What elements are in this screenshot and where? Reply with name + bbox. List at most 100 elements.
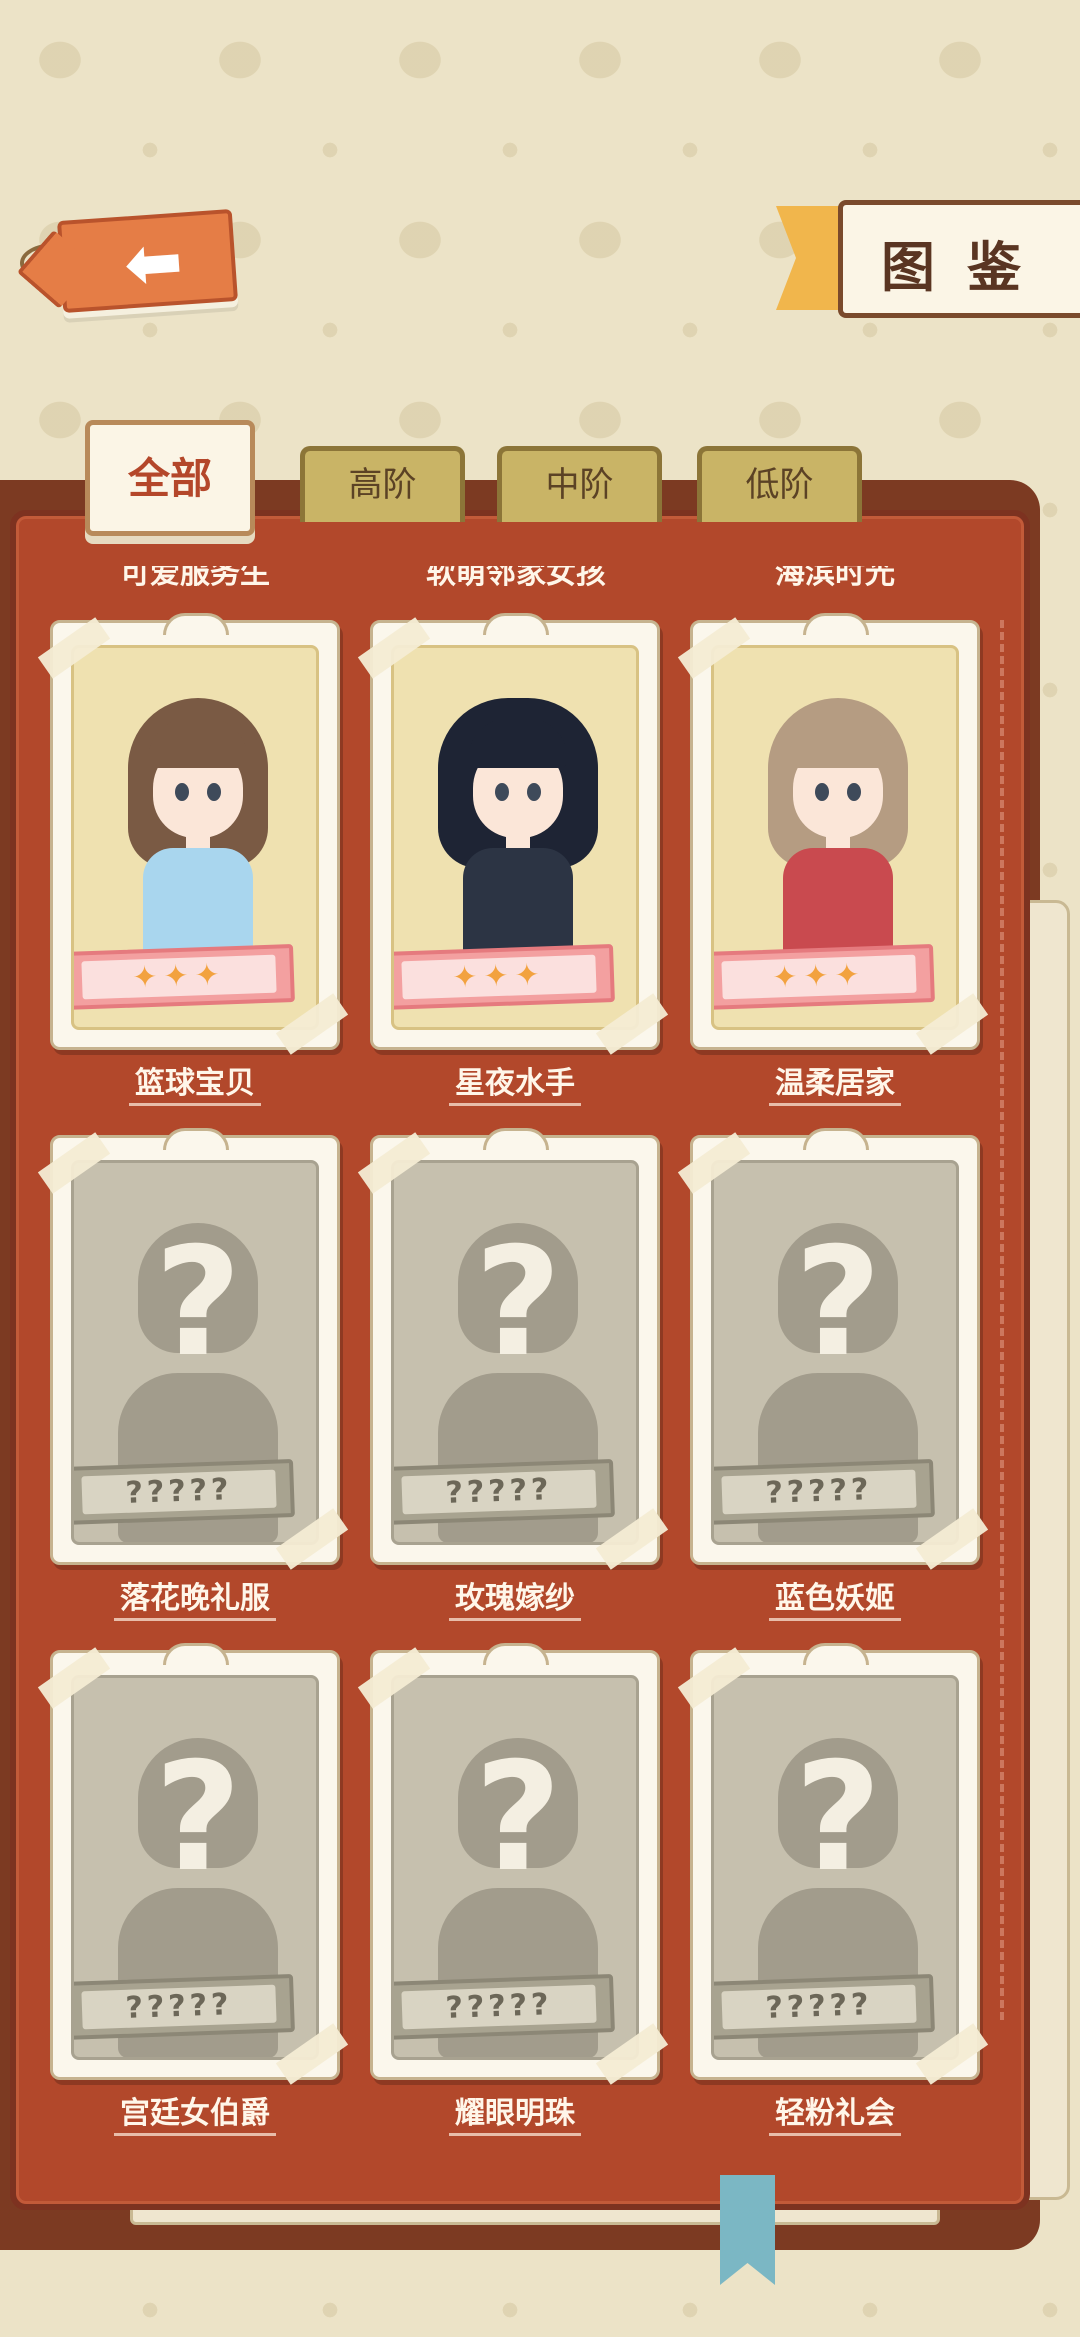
card-frame: ✦✦✦ [357, 613, 669, 1055]
arrow-left-icon: ⬅ [121, 219, 186, 306]
card-name-text: 星夜水手 [449, 1066, 581, 1106]
outfit-card-locked[interactable]: ? ????? 轻粉礼会 [677, 1643, 990, 2136]
partial-card-label: 软萌邻家女孩 [426, 566, 606, 591]
card-frame: ? ????? [677, 1643, 989, 2085]
title-banner: 图鉴 [776, 200, 1080, 318]
card-name-text: 宫廷女伯爵 [114, 2096, 276, 2136]
outfit-card-locked[interactable]: ? ????? 耀眼明珠 [357, 1643, 670, 2136]
card-portrait: ✦✦✦ [711, 645, 959, 1030]
card-crest [163, 1643, 229, 1665]
outfit-card-locked[interactable]: ? ????? 落花晚礼服 [37, 1128, 350, 1621]
card-name-text: 玫瑰嫁纱 [449, 1581, 581, 1621]
question-mark-icon: ? [154, 1216, 242, 1390]
question-mark-icon: ? [794, 1216, 882, 1390]
outfit-card-locked[interactable]: ? ????? 玫瑰嫁纱 [357, 1128, 670, 1621]
outfit-card-locked[interactable]: ? ????? 蓝色妖姬 [677, 1128, 990, 1621]
eye [815, 783, 829, 801]
locked-badge: ????? [74, 1459, 295, 1525]
card-name: 蓝色妖姬 [690, 1573, 980, 1621]
card-name: 星夜水手 [370, 1058, 660, 1106]
question-mark-icon: ? [154, 1731, 242, 1905]
locked-badge: ????? [394, 1459, 615, 1525]
card-frame: ✦✦✦ [677, 613, 989, 1055]
outfit-card[interactable]: ✦✦✦ 星夜水手 [357, 613, 670, 1106]
eye [207, 783, 221, 801]
card-crest [483, 613, 549, 635]
outfit-card[interactable]: ✦✦✦ 温柔居家 [677, 613, 990, 1106]
card-name: 轻粉礼会 [690, 2088, 980, 2136]
mystery-text: ????? [401, 1984, 597, 2030]
card-frame: ? ????? [357, 1128, 669, 1570]
star-rating: ✦✦✦ [401, 954, 597, 1000]
card-name: 玫瑰嫁纱 [370, 1573, 660, 1621]
locked-badge: ????? [394, 1974, 615, 2040]
tab-high[interactable]: 高阶 [300, 446, 465, 522]
card-portrait: ? ????? [71, 1160, 319, 1545]
star-rating: ✦✦✦ [81, 954, 277, 1000]
card-portrait: ? ????? [711, 1160, 959, 1545]
card-frame: ? ????? [37, 1643, 349, 2085]
partial-card-label: 海滨时光 [775, 566, 895, 591]
scroll-track[interactable] [1000, 620, 1010, 2020]
question-mark-icon: ? [474, 1731, 562, 1905]
star-badge: ✦✦✦ [74, 944, 295, 1010]
tab-mid[interactable]: 中阶 [497, 446, 662, 522]
card-name: 温柔居家 [690, 1058, 980, 1106]
tab-all[interactable]: 全部 [85, 420, 255, 536]
card-portrait: ? ????? [711, 1675, 959, 2060]
mystery-text: ????? [81, 1984, 277, 2030]
card-crest [803, 613, 869, 635]
card-crest [483, 1128, 549, 1150]
card-name-text: 篮球宝贝 [129, 1066, 261, 1106]
card-name-text: 蓝色妖姬 [769, 1581, 901, 1621]
locked-badge: ????? [714, 1974, 935, 2040]
mystery-text: ????? [401, 1469, 597, 1515]
outfit-card-locked[interactable]: ? ????? 宫廷女伯爵 [37, 1643, 350, 2136]
mystery-text: ????? [721, 1469, 917, 1515]
card-crest [803, 1128, 869, 1150]
outfit-card[interactable]: ✦✦✦ 篮球宝贝 [37, 613, 350, 1106]
title-card: 图鉴 [838, 200, 1080, 318]
card-frame: ? ????? [357, 1643, 669, 2085]
card-crest [483, 1643, 549, 1665]
card-name-text: 落花晚礼服 [114, 1581, 276, 1621]
card-name-text: 温柔居家 [769, 1066, 901, 1106]
card-name: 耀眼明珠 [370, 2088, 660, 2136]
card-portrait: ✦✦✦ [71, 645, 319, 1030]
tab-low[interactable]: 低阶 [697, 446, 862, 522]
partial-row: 可爱服务生 软萌邻家女孩 海滨时光 [0, 566, 1080, 606]
star-badge: ✦✦✦ [394, 944, 615, 1010]
card-frame: ? ????? [677, 1128, 989, 1570]
eye [495, 783, 509, 801]
card-crest [163, 613, 229, 635]
card-portrait: ? ????? [71, 1675, 319, 2060]
card-crest [163, 1128, 229, 1150]
bookmark-ribbon [720, 2175, 775, 2285]
tier-tabs: 全部 高阶 中阶 低阶 [0, 420, 1080, 550]
card-name: 篮球宝贝 [50, 1058, 340, 1106]
card-name: 落花晚礼服 [50, 1573, 340, 1621]
card-frame: ✦✦✦ [37, 613, 349, 1055]
locked-badge: ????? [714, 1459, 935, 1525]
partial-card-label: 可爱服务生 [120, 566, 270, 591]
page-title: 图鉴 [881, 236, 1053, 299]
card-name-text: 轻粉礼会 [769, 2096, 901, 2136]
locked-badge: ????? [74, 1974, 295, 2040]
star-rating: ✦✦✦ [721, 954, 917, 1000]
card-name: 宫廷女伯爵 [50, 2088, 340, 2136]
mystery-text: ????? [81, 1469, 277, 1515]
card-portrait: ✦✦✦ [391, 645, 639, 1030]
eye [527, 783, 541, 801]
back-button[interactable]: ⬅ [20, 209, 238, 325]
card-name-text: 耀眼明珠 [449, 2096, 581, 2136]
card-portrait: ? ????? [391, 1675, 639, 2060]
eye [175, 783, 189, 801]
question-mark-icon: ? [794, 1731, 882, 1905]
card-frame: ? ????? [37, 1128, 349, 1570]
mystery-text: ????? [721, 1984, 917, 2030]
star-badge: ✦✦✦ [714, 944, 935, 1010]
card-crest [803, 1643, 869, 1665]
eye [847, 783, 861, 801]
question-mark-icon: ? [474, 1216, 562, 1390]
back-tag: ⬅ [57, 209, 238, 313]
